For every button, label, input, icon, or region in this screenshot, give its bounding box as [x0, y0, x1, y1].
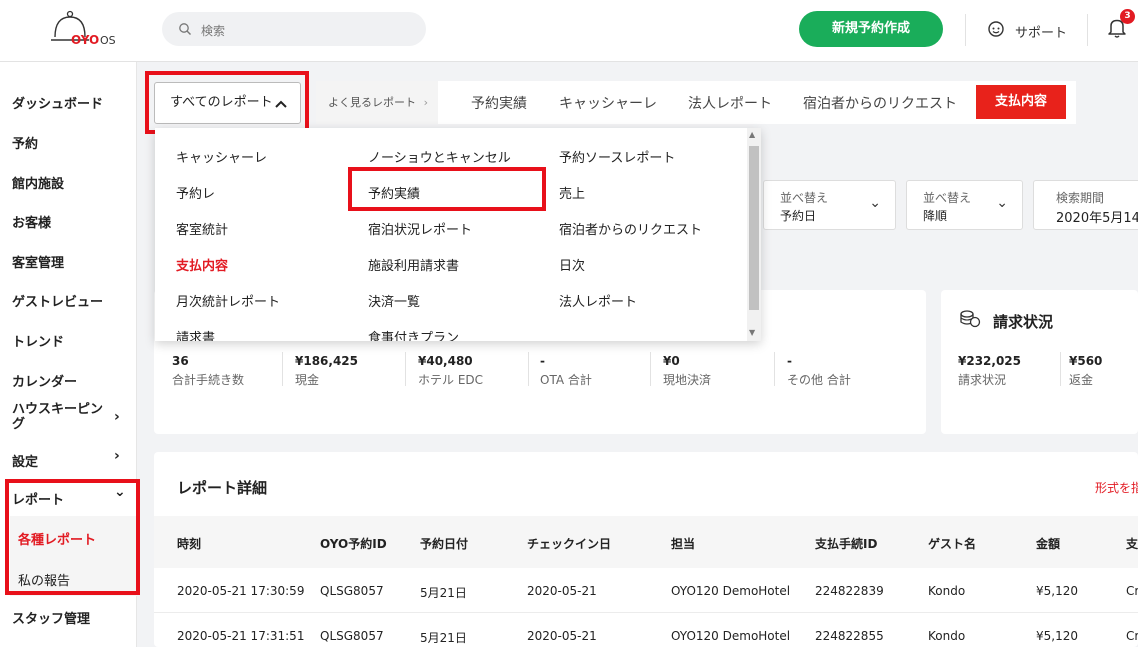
menu-item-active[interactable]: 支払内容	[176, 255, 228, 274]
sidebar-item-guests[interactable]: お客様	[12, 212, 51, 231]
billing-title: 請求状況	[993, 313, 1054, 331]
table-header	[154, 516, 1138, 568]
sidebar-subitem-all-reports[interactable]: 各種レポート	[18, 529, 96, 548]
tab-guest-requests[interactable]: 宿泊者からのリクエスト	[803, 93, 957, 113]
sidebar-item-staff[interactable]: スタッフ管理	[12, 608, 90, 627]
menu-item[interactable]: 予約レ	[176, 183, 215, 202]
logo-suffix: OS	[100, 34, 116, 47]
stat-divider	[774, 352, 775, 386]
menu-item[interactable]: 予約ソースレポート	[559, 147, 675, 166]
sidebar-item-dashboard[interactable]: ダッシュボード	[12, 93, 103, 112]
menu-item[interactable]: 売上	[559, 183, 585, 202]
stat-onsite-payment: ¥0 現地決済	[663, 354, 712, 387]
chevron-right-icon: ›	[423, 96, 428, 109]
sidebar-item-reviews[interactable]: ゲストレビュー	[12, 291, 103, 310]
tab-payments[interactable]: 支払内容	[976, 85, 1066, 119]
column-header[interactable]: 金額	[1036, 535, 1060, 552]
search-input[interactable]: 検索	[162, 12, 426, 46]
row-divider	[154, 612, 1138, 613]
column-header[interactable]: OYO予約ID	[320, 535, 387, 552]
stat-cash: ¥186,425 現金	[295, 354, 359, 387]
sidebar-item-calendar[interactable]: カレンダー	[12, 371, 77, 390]
chevron-right-icon[interactable]: ›	[114, 409, 120, 425]
sidebar-subitem-my-reports[interactable]: 私の報告	[18, 570, 70, 589]
header-divider	[1087, 14, 1088, 46]
menu-item[interactable]: 食事付きプラン	[368, 327, 459, 341]
sidebar-item-rooms[interactable]: 客室管理	[12, 252, 64, 271]
sidebar-item-reports[interactable]: レポート	[12, 489, 64, 508]
chevron-right-icon[interactable]: ›	[114, 448, 120, 464]
all-reports-dropdown[interactable]: すべてのレポート	[154, 82, 301, 124]
chevron-down-icon[interactable]: ⌄	[114, 484, 126, 500]
stat-billing: ¥232,025 請求状況	[958, 354, 1022, 387]
sidebar-item-trends[interactable]: トレンド	[12, 331, 64, 350]
menu-item[interactable]: 請求書	[176, 327, 215, 341]
stat-ota-total: - OTA 合計	[540, 354, 592, 387]
column-header[interactable]: チェックイン日	[527, 535, 611, 552]
column-header[interactable]: 予約日付	[420, 535, 468, 552]
stat-hotel-edc: ¥40,480 ホテル EDC	[418, 354, 484, 387]
menu-item[interactable]: 日次	[559, 255, 585, 274]
tab-booking-results[interactable]: 予約実績	[471, 93, 527, 113]
chevron-down-icon: ⌄	[996, 195, 1008, 211]
period-picker[interactable]: 検索期間 2020年5月14	[1033, 180, 1138, 230]
stat-divider	[528, 352, 529, 386]
menu-item[interactable]: 施設利用請求書	[368, 255, 459, 274]
oyo-os-logo[interactable]: OYO OS	[50, 10, 120, 52]
export-format-link[interactable]: 形式を指	[1095, 479, 1138, 496]
sidebar-item-facilities[interactable]: 館内施設	[12, 173, 64, 192]
scroll-up-arrow-icon[interactable]: ▲	[749, 130, 755, 139]
tab-cashier[interactable]: キャッシャーレ	[559, 93, 657, 113]
menu-item[interactable]: キャッシャーレ	[176, 147, 267, 166]
menu-item[interactable]: 月次統計レポート	[176, 291, 280, 310]
stat-total-count: 36 合計手続き数	[172, 354, 245, 387]
search-placeholder: 検索	[201, 24, 226, 38]
stat-divider	[1060, 352, 1061, 386]
report-tabs: よく見るレポート › 予約実績 キャッシャーレ 法人レポート 宿泊者からのリクエ…	[316, 81, 1076, 124]
column-header[interactable]: 時刻	[177, 535, 201, 552]
menu-scrollbar-thumb[interactable]	[749, 146, 759, 310]
stat-other-total: - その他 合計	[787, 354, 851, 387]
new-booking-button[interactable]: 新規予約作成	[799, 11, 943, 47]
menu-item-booking-results[interactable]: 予約実績	[368, 183, 420, 202]
coins-icon	[960, 310, 981, 328]
notification-badge: 3	[1120, 9, 1135, 24]
stat-divider	[650, 352, 651, 386]
column-header[interactable]: 支	[1126, 535, 1138, 552]
detail-title: レポート詳細	[177, 479, 268, 497]
frequent-reports-label: よく見るレポート ›	[316, 81, 438, 124]
menu-item[interactable]: 宿泊状況レポート	[368, 219, 472, 238]
column-header[interactable]: 担当	[671, 535, 695, 552]
support-label: サポート	[1015, 26, 1068, 41]
menu-item[interactable]: 法人レポート	[559, 291, 637, 310]
headset-icon	[988, 21, 1004, 37]
menu-item[interactable]: 決済一覧	[368, 291, 420, 310]
scroll-down-arrow-icon[interactable]: ▼	[749, 328, 755, 337]
column-header[interactable]: 支払手続ID	[815, 535, 877, 552]
stat-divider	[282, 352, 283, 386]
chevron-up-icon	[275, 100, 287, 108]
menu-item[interactable]: 宿泊者からのリクエスト	[559, 219, 702, 238]
column-header[interactable]: ゲスト名	[928, 535, 976, 552]
menu-item[interactable]: 客室統計	[176, 219, 228, 238]
sidebar-item-bookings[interactable]: 予約	[12, 133, 38, 152]
header-divider	[965, 14, 966, 46]
sidebar-item-settings[interactable]: 設定	[12, 451, 38, 470]
stat-refund: ¥560 返金	[1069, 354, 1103, 387]
search-icon	[179, 23, 191, 35]
tab-corporate[interactable]: 法人レポート	[688, 93, 772, 113]
menu-item[interactable]: ノーショウとキャンセル	[368, 147, 511, 166]
top-header: OYO OS 検索 新規予約作成 サポート 3	[0, 0, 1138, 62]
sidebar-item-housekeeping[interactable]: ハウスキーピング	[12, 402, 104, 432]
stat-divider	[405, 352, 406, 386]
sort-order-select[interactable]: 並べ替え 降順 ⌄	[906, 180, 1023, 230]
logo-brand: OYO	[71, 33, 100, 47]
reports-dropdown-menu: キャッシャーレ 予約レ 客室統計 支払内容 月次統計レポート 請求書 ノーショウ…	[155, 128, 761, 341]
notification-button[interactable]: 3	[1107, 9, 1135, 40]
chevron-down-icon: ⌄	[869, 195, 881, 211]
sort-by-select[interactable]: 並べ替え 予約日 ⌄	[763, 180, 896, 230]
